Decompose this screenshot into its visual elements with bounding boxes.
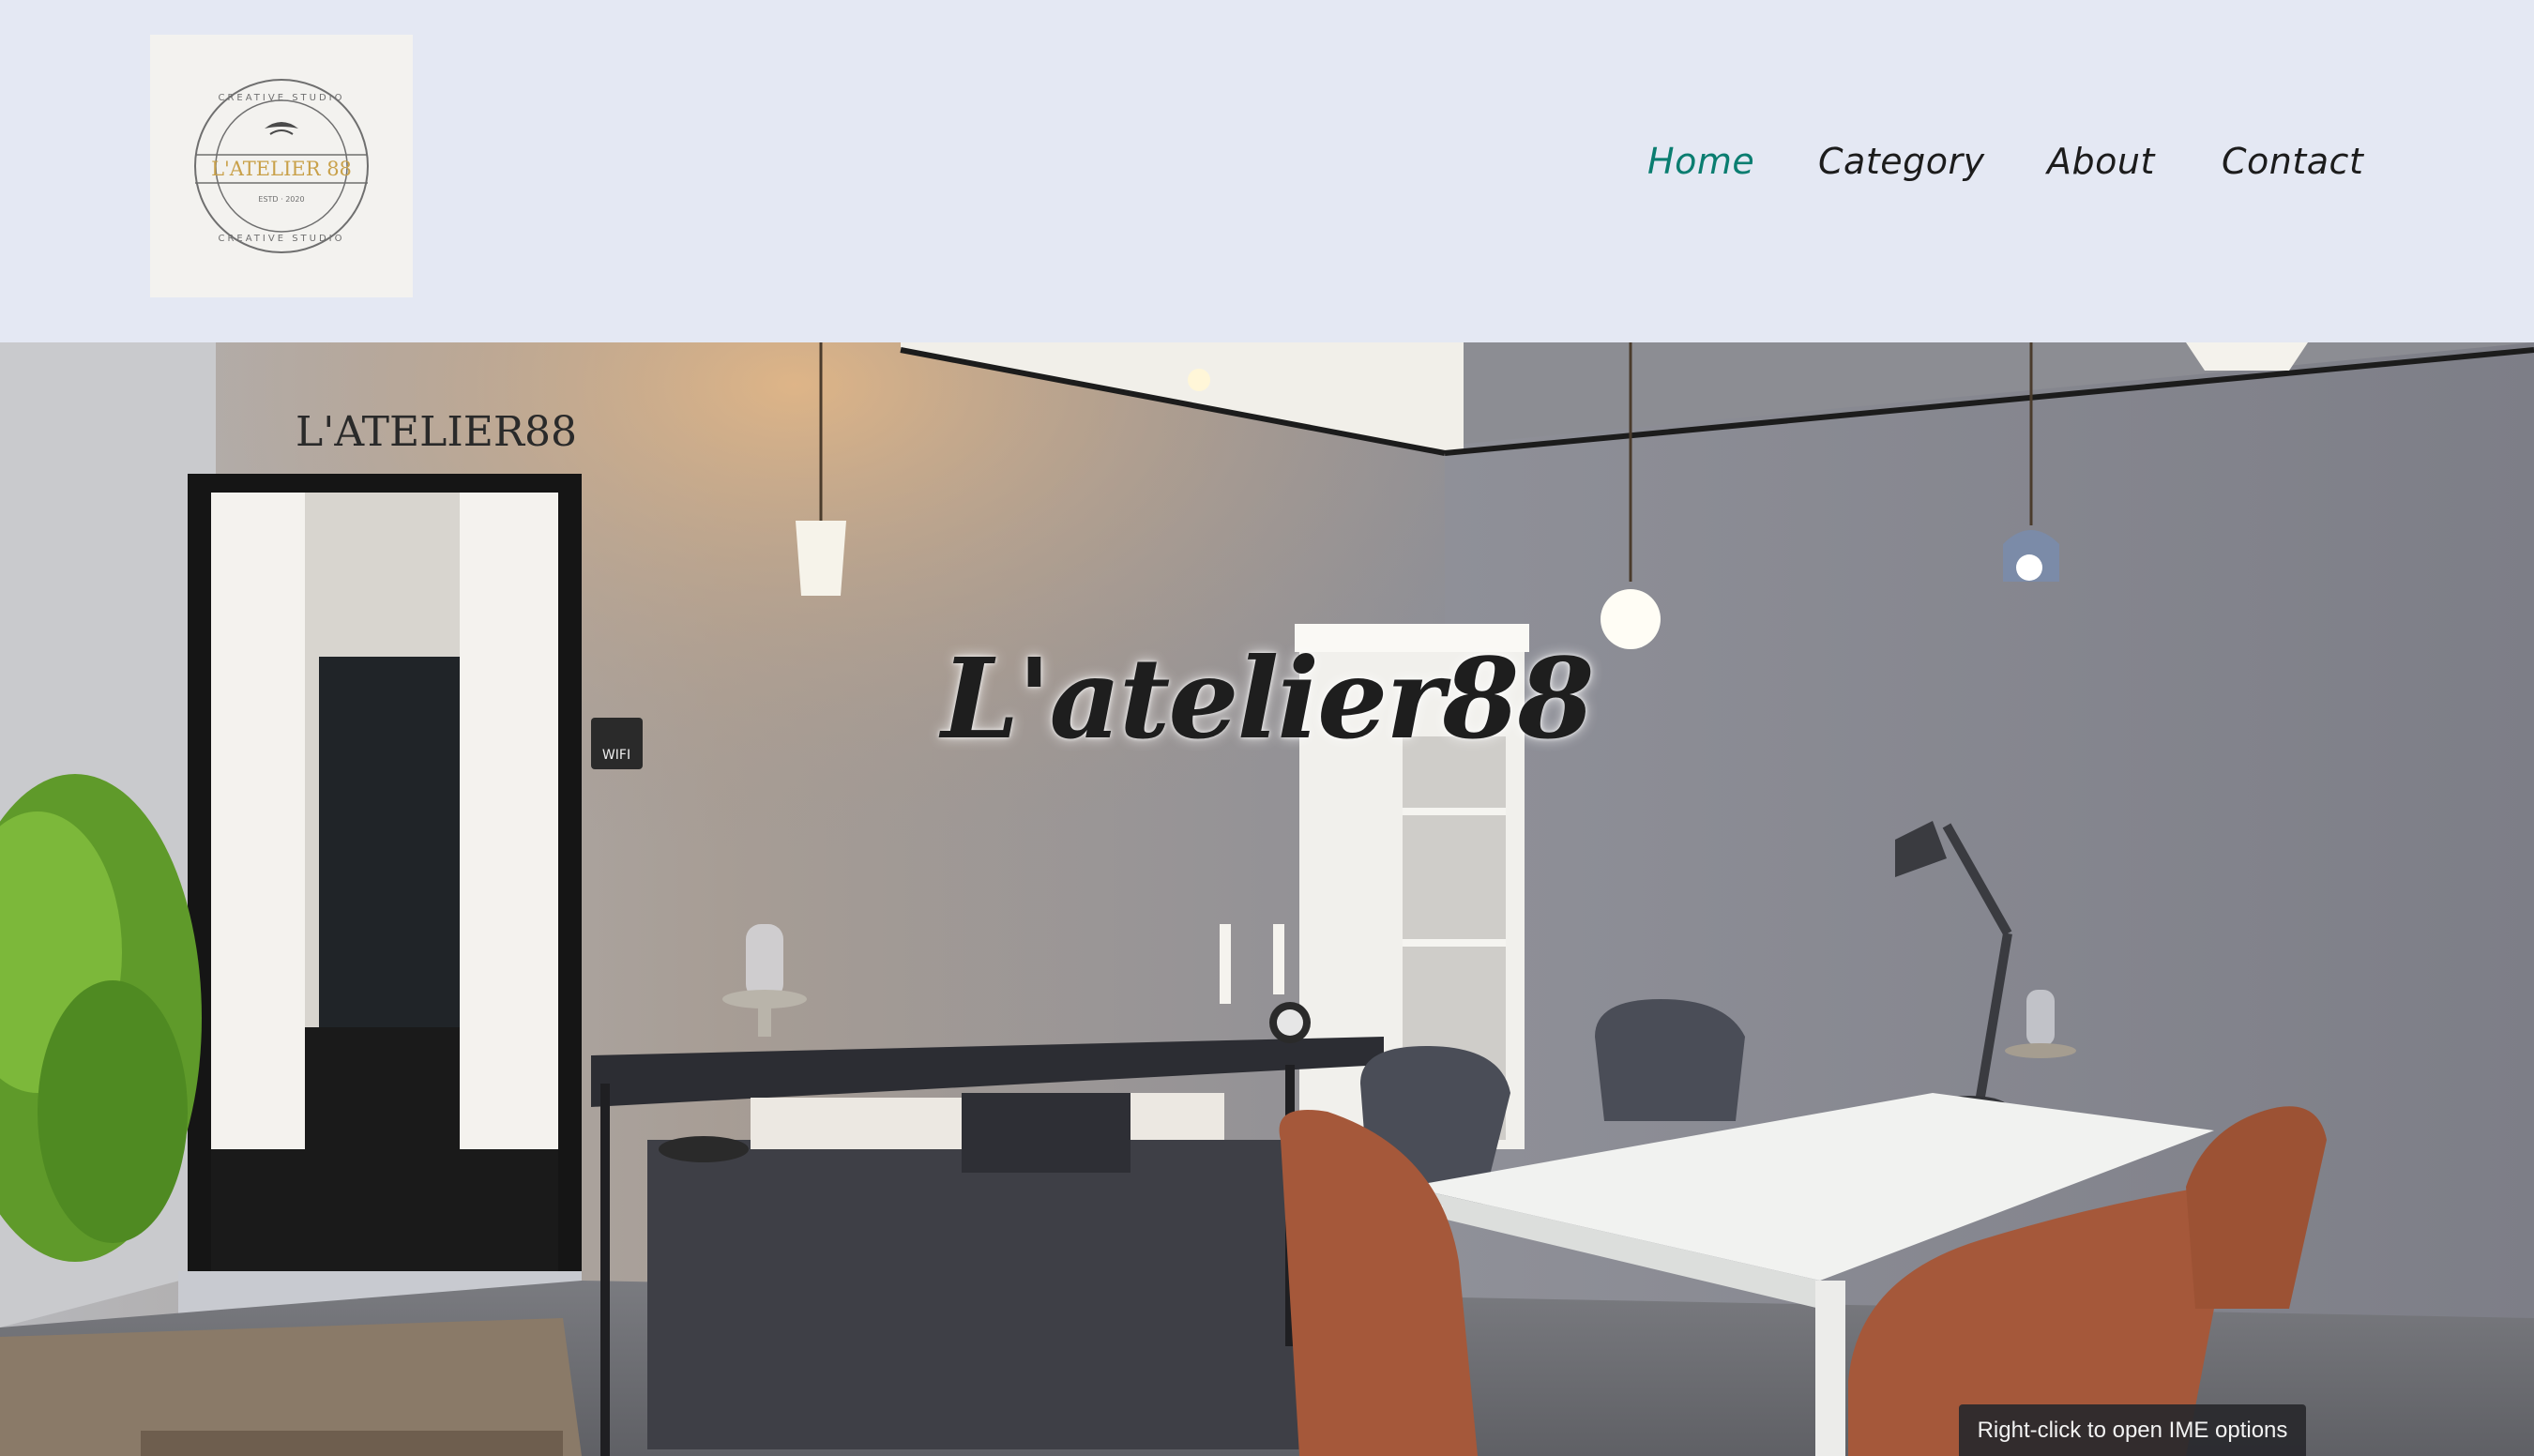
logo-ring-bottom-text: CREATIVE STUDIO	[218, 234, 344, 244]
nav-home-link[interactable]: Home	[1647, 141, 1754, 182]
site-logo[interactable]: L'ATELIER 88 ESTD · 2020 CREATIVE STUDIO…	[150, 35, 413, 297]
logo-emblem-icon: L'ATELIER 88 ESTD · 2020 CREATIVE STUDIO…	[194, 79, 369, 253]
hero-room-photo: L'ATELIER88 WIFI	[0, 342, 2534, 1456]
nav-about-link[interactable]: About	[2047, 141, 2155, 182]
logo-small-text: ESTD · 2020	[258, 195, 304, 204]
nav-category-link[interactable]: Category	[1818, 141, 1985, 182]
logo-ring-top-text: CREATIVE STUDIO	[218, 93, 344, 103]
nav-contact-link[interactable]: Contact	[2222, 141, 2363, 182]
logo-main-text: L'ATELIER 88	[211, 158, 352, 180]
main-nav: Home Category About Contact	[1632, 141, 2364, 197]
ime-options-tooltip: Right-click to open IME options	[1959, 1404, 2306, 1456]
site-header: L'ATELIER 88 ESTD · 2020 CREATIVE STUDIO…	[0, 0, 2534, 342]
hero-title: L'atelier88	[941, 633, 1594, 764]
wall-sign-text: L'ATELIER88	[296, 408, 577, 456]
hero-section: L'ATELIER88 WIFI L'atelier88	[0, 342, 2534, 1456]
